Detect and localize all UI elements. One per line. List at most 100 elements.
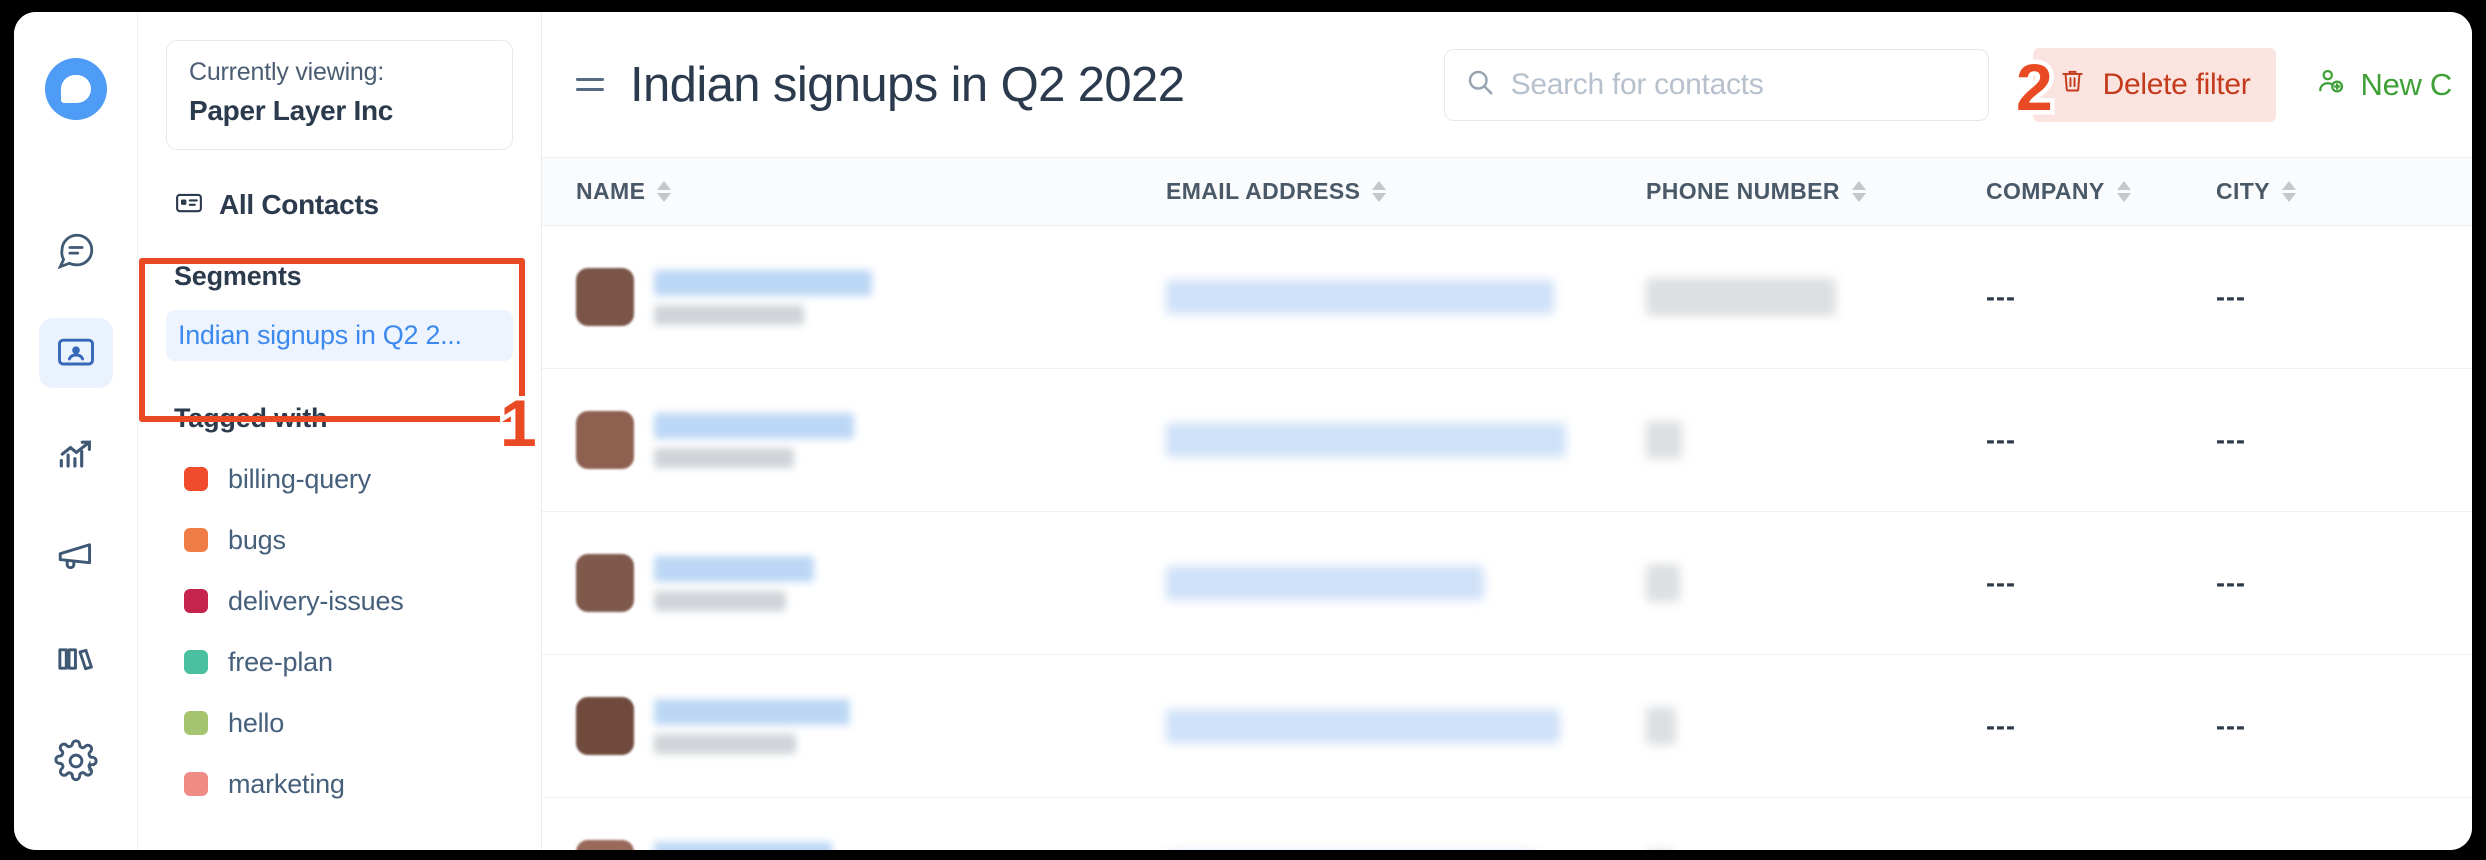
redacted-email [1166, 280, 1554, 314]
rail-item-settings[interactable] [39, 726, 113, 796]
cell-email-address [1166, 280, 1646, 314]
rail-item-reports[interactable] [39, 420, 113, 490]
contacts-table-header: NAME EMAIL ADDRESS PHONE NUMBER COMPANY … [542, 158, 2472, 226]
cell-email-address [1166, 566, 1646, 600]
column-header-city[interactable]: CITY [2216, 178, 2416, 205]
search-field[interactable] [1443, 48, 1989, 121]
cell-city: --- [2216, 424, 2246, 455]
cell-city: --- [2216, 567, 2246, 598]
column-header-name[interactable]: NAME [576, 178, 1166, 205]
redacted-phone [1646, 707, 1676, 745]
rail-item-campaigns[interactable] [39, 522, 113, 592]
cell-phone-number [1646, 421, 1986, 459]
column-header-label: NAME [576, 178, 646, 204]
table-row[interactable]: --- --- [542, 226, 2472, 369]
sort-toggle-icon[interactable] [657, 181, 672, 202]
new-contact-label: New C [2360, 66, 2452, 102]
delete-filter-label: Delete filter [2102, 67, 2251, 101]
sidebar-tag-item[interactable]: delivery-issues [166, 586, 513, 617]
hamburger-icon[interactable] [576, 78, 604, 91]
sort-toggle-icon[interactable] [2282, 181, 2296, 202]
page-toolbar: Indian signups in Q2 2022 Search for con… [542, 12, 2472, 158]
cell-phone-number [1646, 278, 1986, 316]
app-logo[interactable] [44, 58, 107, 120]
redacted-name [654, 555, 814, 582]
search-input[interactable] [1510, 67, 1968, 102]
redacted-subtitle [654, 733, 796, 754]
analytics-chart-icon [54, 433, 98, 477]
main-content: Indian signups in Q2 2022 Search for con… [542, 12, 2472, 850]
sidebar-item-all-contacts[interactable]: All Contacts [166, 188, 513, 223]
table-row[interactable]: --- --- [542, 369, 2472, 512]
rail-item-contacts[interactable] [38, 318, 113, 388]
icon-rail [14, 12, 138, 850]
redacted-subtitle [654, 447, 794, 468]
redacted-name [654, 269, 872, 296]
redacted-phone [1646, 421, 1682, 459]
table-row[interactable]: --- --- [542, 798, 2472, 850]
segments-heading: Segments [174, 260, 302, 291]
redacted-name [654, 698, 850, 725]
contacts-table-body: --- --- --- --- --- --- --- --- [542, 226, 2472, 850]
cell-name [576, 411, 1166, 469]
cell-company: --- [1986, 710, 2016, 741]
cell-email-address [1166, 423, 1646, 457]
redacted-phone [1646, 278, 1836, 316]
tag-label: free-plan [228, 646, 333, 677]
sidebar-tag-item[interactable]: bugs [166, 525, 513, 556]
page-title: Indian signups in Q2 2022 [630, 57, 1185, 112]
chat-bubble-icon [55, 230, 97, 272]
sidebar-tag-item[interactable]: hello [166, 708, 513, 739]
sort-toggle-icon[interactable] [2116, 181, 2131, 202]
sort-toggle-icon[interactable] [1851, 181, 1866, 202]
add-person-icon [2316, 66, 2346, 104]
rail-item-knowledge-base[interactable] [39, 624, 113, 694]
table-row[interactable]: --- --- [542, 655, 2472, 798]
sidebar-tag-item[interactable]: free-plan [166, 647, 513, 678]
cell-phone-number [1646, 564, 1986, 602]
avatar [576, 554, 634, 612]
column-header-email-address[interactable]: EMAIL ADDRESS [1166, 178, 1646, 205]
cell-company: --- [1986, 424, 2016, 455]
delete-filter-button[interactable]: Delete filter [2032, 47, 2277, 122]
column-header-label: CITY [2216, 178, 2270, 204]
avatar [576, 697, 634, 755]
avatar [576, 840, 634, 850]
redacted-email [1166, 423, 1566, 457]
sidebar-tag-item[interactable]: billing-query [166, 464, 513, 495]
sidebar-segment-indian-signups[interactable]: Indian signups in Q2 2... [166, 309, 513, 361]
column-header-label: EMAIL ADDRESS [1166, 178, 1361, 204]
avatar [576, 268, 634, 326]
cell-email-address [1166, 709, 1646, 743]
tag-label: marketing [228, 768, 345, 799]
gear-icon [53, 739, 98, 783]
rail-item-conversations[interactable] [39, 216, 113, 286]
avatar [576, 411, 634, 469]
contact-card-icon [54, 331, 98, 375]
tag-color-swatch [184, 772, 208, 797]
tagged-with-section: Tagged with billing-query bugs delivery-… [166, 403, 513, 800]
cell-company: --- [1986, 281, 2016, 312]
cell-city: --- [2216, 710, 2246, 741]
sort-toggle-icon[interactable] [1372, 181, 1387, 202]
tag-color-swatch [184, 589, 208, 614]
column-header-label: COMPANY [1986, 178, 2105, 204]
cell-name [576, 697, 1166, 755]
contact-card-icon [174, 188, 204, 223]
column-header-phone-number[interactable]: PHONE NUMBER [1646, 178, 1986, 205]
redacted-email [1166, 709, 1560, 743]
currently-viewing-card[interactable]: Currently viewing: Paper Layer Inc [166, 40, 513, 150]
column-header-company[interactable]: COMPANY [1986, 178, 2216, 205]
app-window: Currently viewing: Paper Layer Inc All C… [14, 12, 2472, 850]
tag-color-swatch [184, 467, 208, 492]
redacted-phone [1646, 564, 1680, 602]
sidebar-tag-item[interactable]: marketing [166, 769, 513, 800]
new-contact-button[interactable]: New C [2316, 66, 2472, 104]
tag-color-swatch [184, 711, 208, 736]
tag-label: bugs [228, 524, 286, 555]
cell-name [576, 840, 1166, 850]
tag-color-swatch [184, 650, 208, 675]
cell-name [576, 268, 1166, 326]
table-row[interactable]: --- --- [542, 512, 2472, 655]
tag-label: hello [228, 707, 285, 738]
